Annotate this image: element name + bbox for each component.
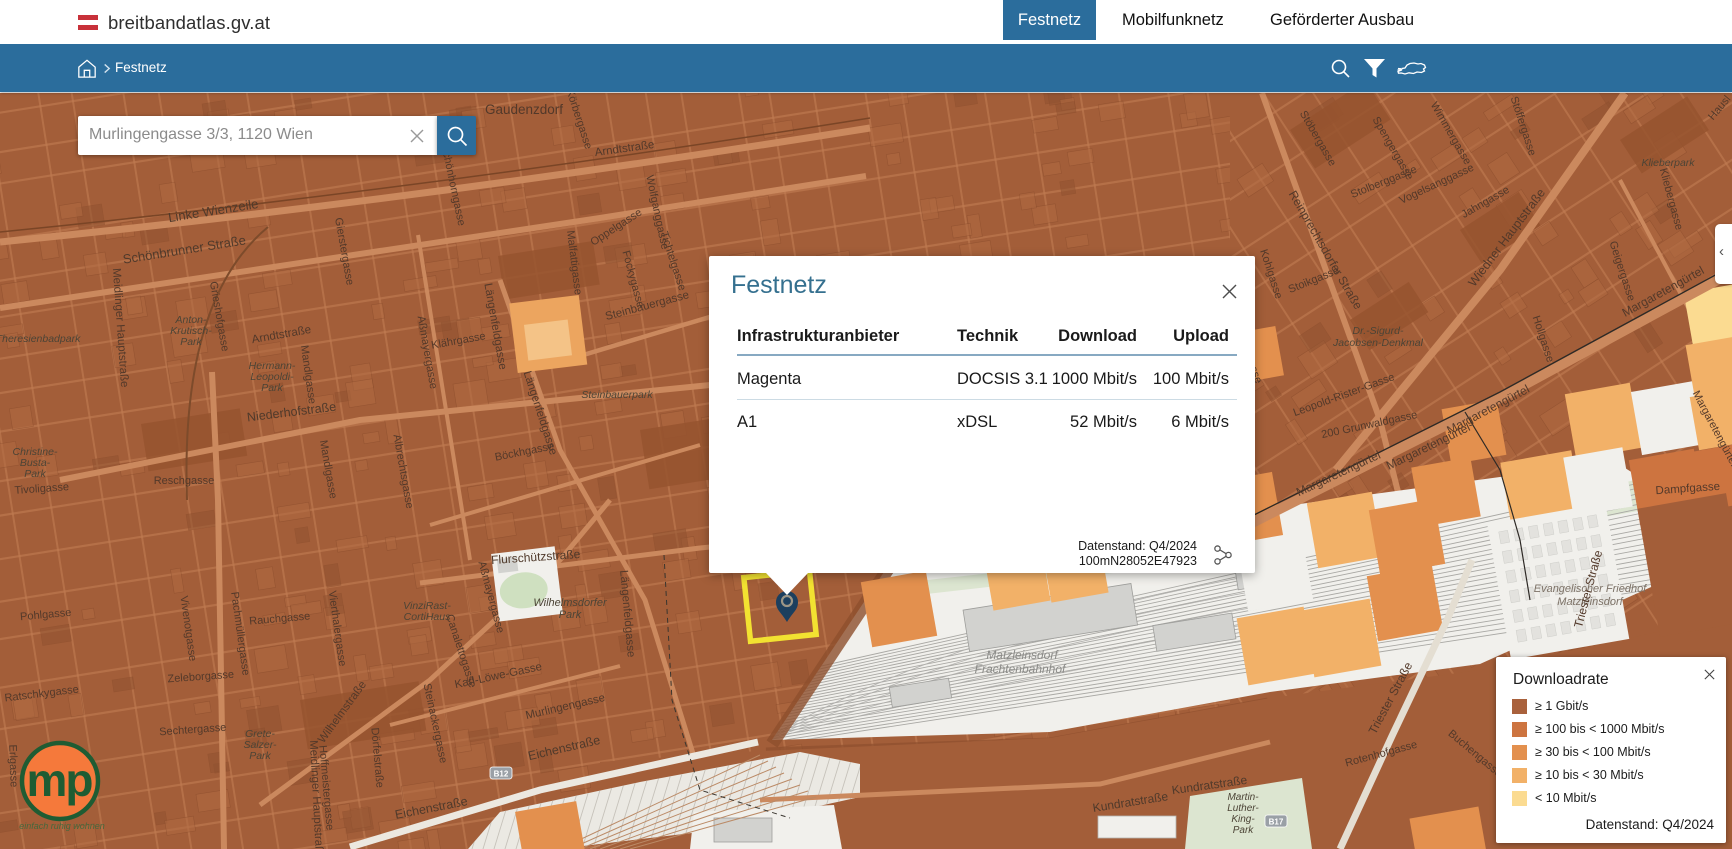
svg-text:Klieberpark: Klieberpark — [1641, 157, 1695, 169]
svg-text:Martin-: Martin- — [1227, 792, 1259, 803]
svg-text:Jacobsen-Denkmal: Jacobsen-Denkmal — [1332, 337, 1424, 349]
svg-text:Gaudenzdorf: Gaudenzdorf — [485, 102, 563, 117]
svg-text:Park: Park — [249, 750, 271, 762]
svg-text:Frachtenbahnhof: Frachtenbahnhof — [975, 662, 1067, 676]
svg-text:Park: Park — [180, 336, 202, 348]
svg-text:Matzleinsdorf: Matzleinsdorf — [986, 648, 1059, 662]
svg-text:einfach ruhig wohnen: einfach ruhig wohnen — [19, 821, 105, 831]
svg-text:Steinbauerpark: Steinbauerpark — [581, 389, 653, 401]
svg-text:B17: B17 — [1269, 818, 1284, 827]
svg-text:Reschgasse: Reschgasse — [154, 475, 215, 487]
svg-text:B12: B12 — [494, 770, 509, 779]
svg-text:Wilhelmsdorfer: Wilhelmsdorfer — [533, 597, 608, 609]
svg-text:King-: King- — [1231, 814, 1255, 825]
svg-text:Erlgasse: Erlgasse — [6, 744, 19, 787]
svg-text:Park: Park — [261, 382, 283, 394]
svg-text:Park: Park — [24, 468, 46, 480]
svg-text:Dr.-Sigurd-: Dr.-Sigurd- — [1353, 325, 1404, 337]
svg-text:mp: mp — [27, 754, 93, 806]
svg-text:Theresienbadpark: Theresienbadpark — [0, 333, 81, 345]
svg-text:Park: Park — [559, 609, 582, 621]
svg-text:Park: Park — [1233, 825, 1255, 836]
svg-text:Luther-: Luther- — [1227, 803, 1259, 814]
